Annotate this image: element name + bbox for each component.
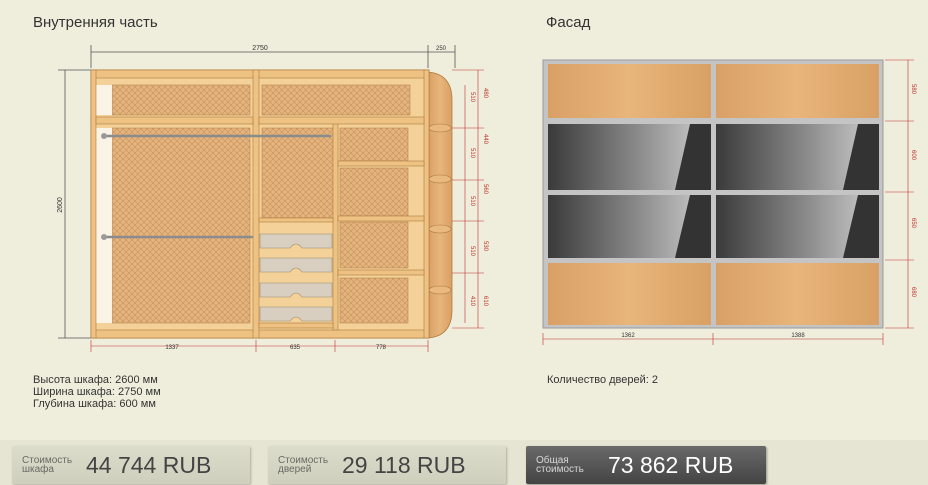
info-width: Ширина шкафа: 2750 мм [33, 386, 161, 398]
right-outer-dim-5: 610 [482, 296, 488, 307]
price-doors-value: 29 118 RUB [342, 451, 466, 478]
facade-bottom-dim-1: 1362 [621, 333, 635, 339]
price-doors: Стоимость дверей 29 118 RUB [268, 446, 506, 484]
right-outer-dim-3: 560 [482, 184, 488, 195]
bottom-dim-2: 635 [290, 345, 301, 351]
info-depth: Глубина шкафа: 600 мм [33, 398, 156, 410]
right-outer-dim-2: 440 [482, 134, 488, 145]
facade-right-dim-2: 600 [910, 150, 916, 161]
facade-bottom-dim-2: 1388 [791, 333, 805, 339]
bottom-dim-1: 1337 [165, 345, 179, 351]
price-total-value: 73 862 RUB [608, 451, 734, 478]
doors-count: Количество дверей: 2 [547, 374, 658, 386]
price-doors-label: Стоимость дверей [278, 455, 329, 475]
right-inner-dim-2: 510 [469, 148, 475, 159]
right-inner-dim-1: 510 [469, 92, 475, 103]
right-outer-dim-1: 480 [482, 88, 488, 99]
dim-height-label: 2600 [57, 197, 64, 213]
price-total-label: Общая стоимость [536, 455, 584, 475]
right-inner-dim-3: 510 [469, 196, 475, 207]
facade-right-dim-3: 650 [910, 218, 916, 229]
facade-right-dim-1: 580 [910, 84, 916, 95]
side-profile [427, 71, 453, 339]
right-inner-dim-5: 410 [469, 296, 475, 307]
price-wardrobe-label: Стоимость шкафа [22, 455, 73, 475]
price-wardrobe: Стоимость шкафа 44 744 RUB [12, 446, 250, 484]
price-wardrobe-value: 44 744 RUB [86, 451, 212, 478]
facade-right-dim-4: 680 [910, 287, 916, 298]
inner-info: Высота шкафа: 2600 мм Ширина шкафа: 2750… [33, 374, 161, 410]
bottom-dim-3: 778 [376, 345, 387, 351]
dim-width-label: 2750 [252, 45, 268, 52]
info-height: Высота шкафа: 2600 мм [33, 374, 158, 386]
price-total: Общая стоимость 73 862 RUB [526, 446, 766, 484]
right-outer-dim-4: 530 [482, 241, 488, 252]
right-inner-dim-4: 510 [469, 246, 475, 257]
dim-depth-label: 250 [436, 46, 447, 52]
